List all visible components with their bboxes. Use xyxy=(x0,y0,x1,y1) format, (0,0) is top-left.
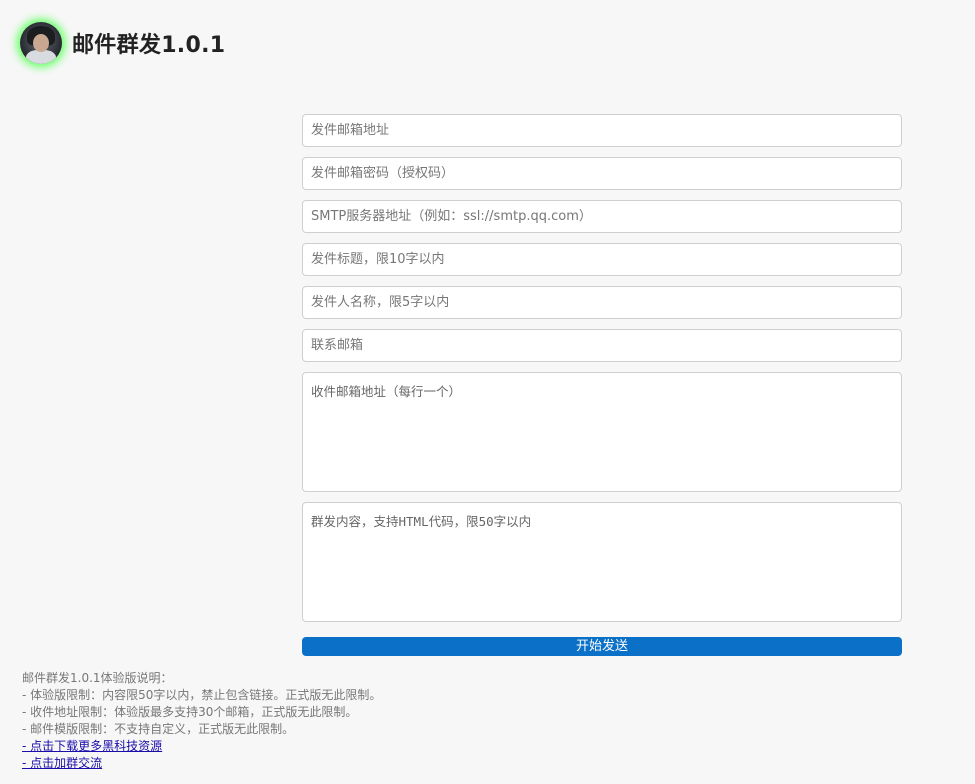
sender-password-input[interactable] xyxy=(302,157,902,190)
notes-heading: 邮件群发1.0.1体验版说明： xyxy=(22,671,173,685)
content-textarea[interactable] xyxy=(302,502,902,622)
subject-input[interactable] xyxy=(302,243,902,276)
sender-email-input[interactable] xyxy=(302,114,902,147)
recipients-textarea[interactable] xyxy=(302,372,902,492)
join-group-link[interactable]: - 点击加群交流 xyxy=(22,755,381,772)
contact-email-input[interactable] xyxy=(302,329,902,362)
sender-name-input[interactable] xyxy=(302,286,902,319)
app-header: 邮件群发1.0.1 xyxy=(20,22,225,64)
mail-form: 开始发送 xyxy=(302,114,902,656)
download-resources-link[interactable]: - 点击下载更多黑科技资源 xyxy=(22,738,381,755)
smtp-server-input[interactable] xyxy=(302,200,902,233)
usage-notes: 邮件群发1.0.1体验版说明： - 体验版限制：内容限50字以内，禁止包含链接。… xyxy=(22,670,381,772)
send-button[interactable]: 开始发送 xyxy=(302,637,902,656)
notes-line-recipient-limit: - 收件地址限制：体验版最多支持30个邮箱，正式版无此限制。 xyxy=(22,705,358,719)
user-avatar-icon xyxy=(20,22,62,64)
notes-line-content-limit: - 体验版限制：内容限50字以内，禁止包含链接。正式版无此限制。 xyxy=(22,688,382,702)
page-title: 邮件群发1.0.1 xyxy=(72,33,226,58)
notes-line-template-limit: - 邮件模版限制：不支持自定义，正式版无此限制。 xyxy=(22,722,295,736)
